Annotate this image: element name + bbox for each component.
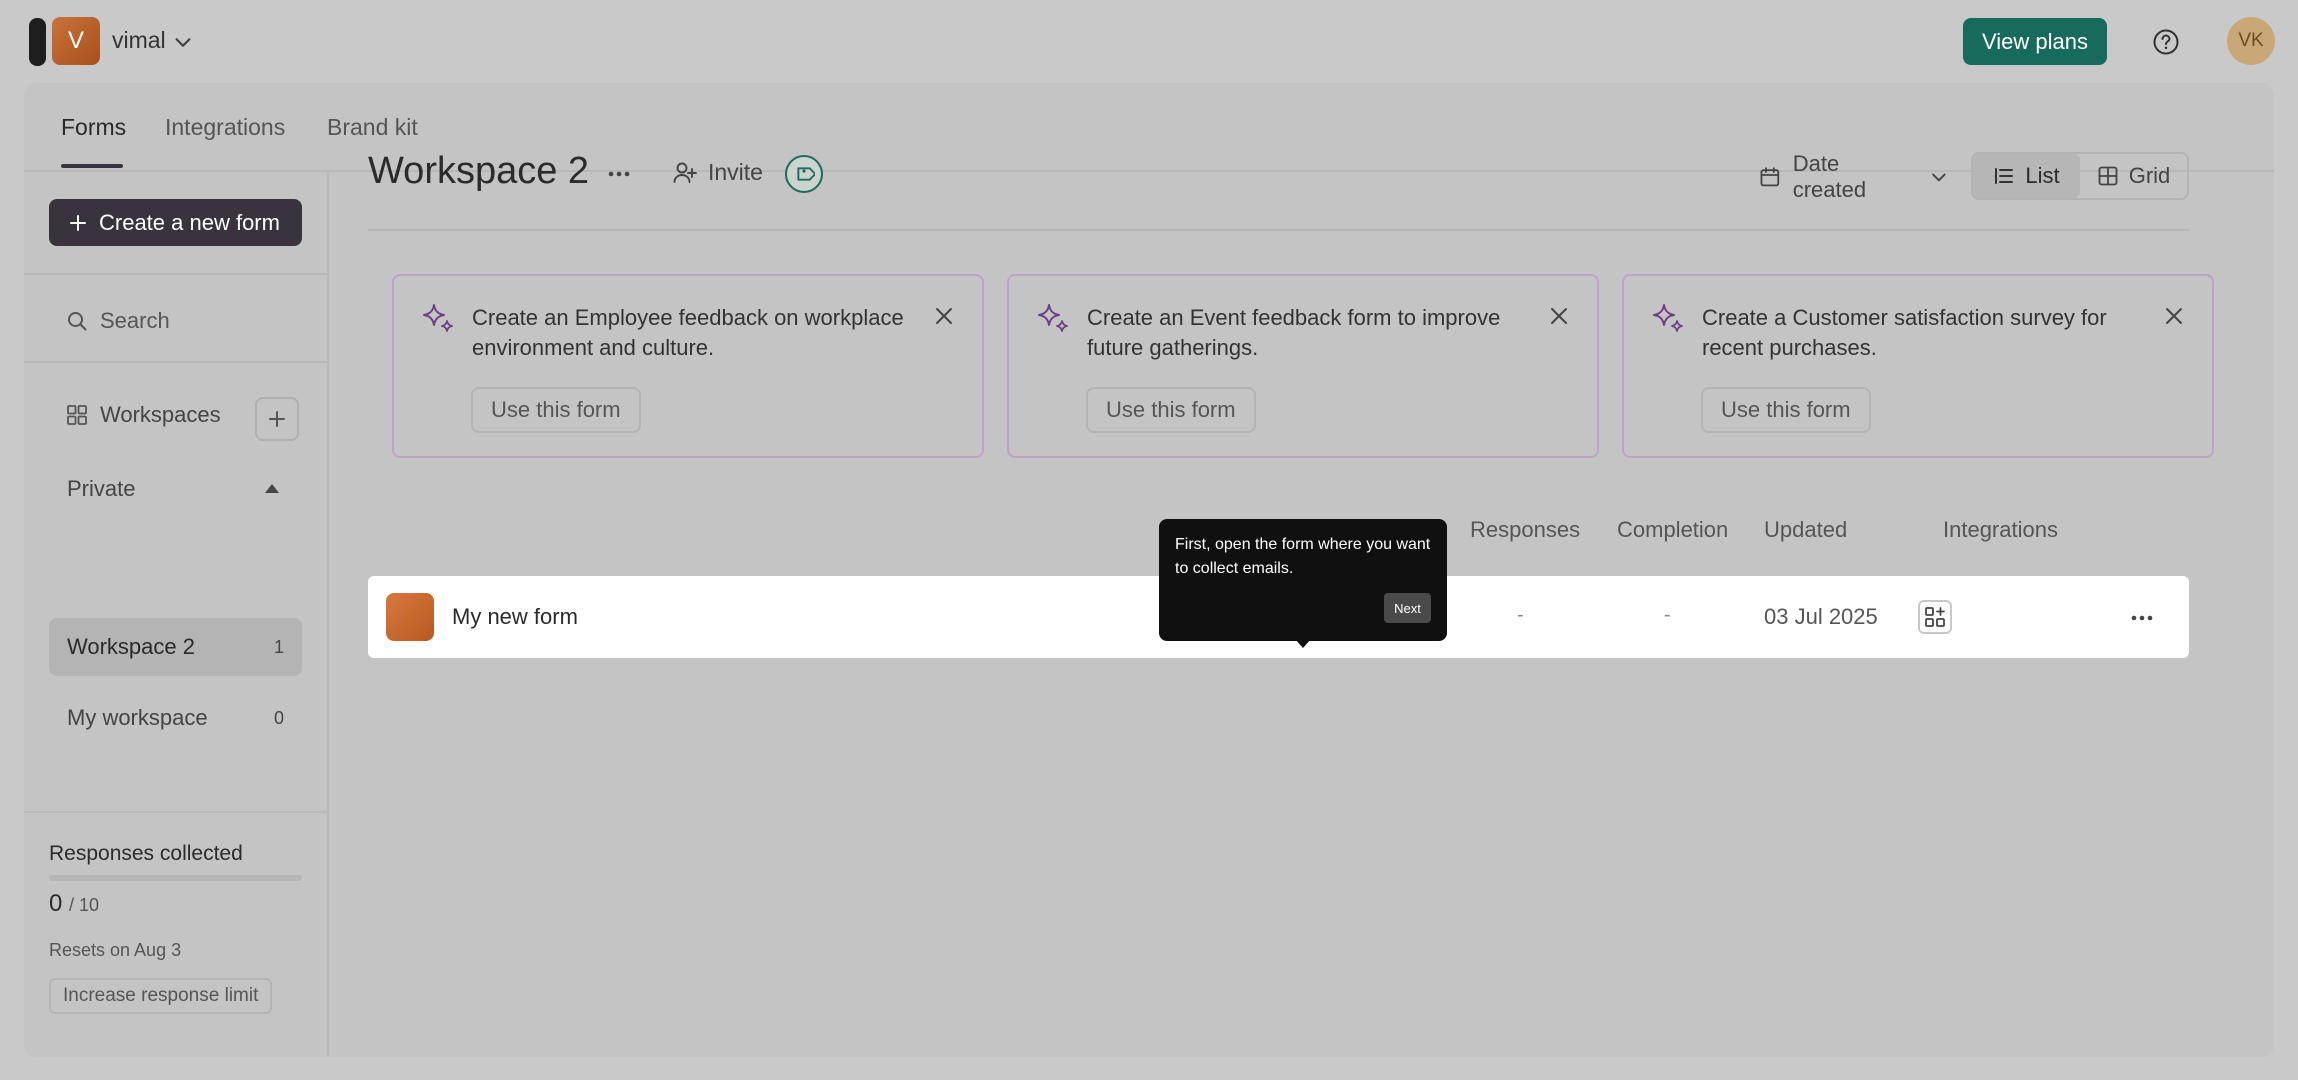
page-title: Workspace 2 — [368, 150, 590, 192]
add-user-icon — [673, 162, 697, 183]
responses-reset-date: Resets on Aug 3 — [49, 940, 182, 960]
responses-count: 0 / 10 — [49, 890, 99, 918]
account-name[interactable]: vimal — [112, 27, 166, 54]
tooltip-next-button[interactable]: Next — [1384, 593, 1431, 623]
use-form-button[interactable]: Use this form — [1086, 387, 1256, 433]
close-icon[interactable] — [2164, 306, 2184, 326]
account-avatar[interactable]: V — [52, 17, 100, 65]
sparkle-icon — [423, 304, 453, 332]
column-header-responses[interactable]: Responses — [1470, 517, 1580, 543]
top-bar: V vimal View plans VK — [0, 0, 2298, 82]
onboarding-tooltip: First, open the form where you want to c… — [1159, 519, 1447, 648]
close-icon[interactable] — [934, 306, 954, 326]
search-icon — [68, 312, 87, 331]
suggestion-card: Create an Employee feedback on workplace… — [392, 274, 984, 458]
more-options-icon[interactable] — [607, 170, 631, 178]
tab-brand-kit[interactable]: Brand kit — [327, 114, 418, 141]
sparkle-icon — [1653, 304, 1683, 332]
workspace-name: Workspace 2 — [67, 634, 195, 659]
grid-view-button[interactable]: Grid — [2080, 154, 2187, 198]
grid-icon — [2098, 166, 2118, 186]
list-view-button[interactable]: List — [1973, 154, 2080, 198]
calendar-icon — [1760, 167, 1780, 187]
workspaces-label: Workspaces — [100, 402, 221, 427]
invite-button[interactable]: Invite — [672, 159, 763, 186]
workspace-count: 0 — [273, 707, 284, 728]
list-icon — [1995, 168, 2014, 184]
list-label: List — [2025, 163, 2060, 188]
close-icon[interactable] — [1549, 306, 1569, 326]
form-updated-date: 03 Jul 2025 — [1764, 604, 1878, 629]
divider — [368, 229, 2189, 231]
search-label: Search — [100, 308, 170, 333]
caret-up-icon[interactable] — [265, 484, 279, 493]
premium-tag-button[interactable] — [785, 155, 823, 193]
plus-icon — [70, 214, 86, 231]
use-form-button[interactable]: Use this form — [1701, 387, 1871, 433]
chevron-down-icon[interactable] — [172, 31, 194, 53]
responses-count-value: 0 — [49, 890, 63, 917]
private-section-label[interactable]: Private — [67, 476, 135, 502]
form-completion: - — [1664, 604, 1671, 626]
responses-limit: / 10 — [69, 895, 100, 915]
grid-icon — [67, 405, 87, 425]
add-integration-button[interactable] — [1918, 600, 1952, 634]
active-tab-indicator — [61, 164, 123, 168]
help-icon[interactable] — [2152, 28, 2180, 56]
add-workspace-button[interactable] — [255, 397, 299, 441]
workspaces-header[interactable]: Workspaces — [66, 402, 221, 428]
add-integration-icon — [1925, 607, 1945, 627]
workspace-count: 1 — [273, 636, 284, 657]
divider — [24, 361, 329, 363]
column-header-completion[interactable]: Completion — [1617, 517, 1728, 543]
responses-title: Responses collected — [49, 842, 243, 865]
view-toggle: List Grid — [1971, 152, 2189, 200]
create-form-button[interactable]: Create a new form — [49, 199, 302, 246]
sidebar-item-workspace-2[interactable]: Workspace 2 1 — [49, 618, 302, 676]
sparkle-icon — [1038, 304, 1068, 332]
tab-forms[interactable]: Forms — [61, 114, 126, 141]
grid-label: Grid — [2128, 163, 2171, 188]
tooltip-text: First, open the form where you want to c… — [1175, 536, 1431, 577]
suggestion-text: Create a Customer satisfaction survey fo… — [1702, 305, 2107, 360]
sidebar-item-my-workspace[interactable]: My workspace 0 — [49, 689, 302, 747]
sidebar: Create a new form Search Workspaces Priv… — [24, 172, 329, 1057]
sort-dropdown[interactable]: Date created — [1753, 151, 1949, 202]
create-form-label: Create a new form — [99, 209, 280, 235]
column-header-integrations[interactable]: Integrations — [1943, 517, 2058, 543]
invite-label: Invite — [708, 159, 763, 185]
responses-progress-bar — [49, 875, 302, 881]
user-avatar[interactable]: VK — [2227, 17, 2275, 65]
chevron-down-icon — [1932, 173, 1946, 182]
divider — [24, 811, 329, 813]
tooltip-arrow — [1295, 639, 1311, 648]
app-logo[interactable] — [29, 18, 46, 66]
suggestion-text: Create an Event feedback form to improve… — [1087, 305, 1501, 360]
more-options-icon[interactable] — [2130, 614, 2154, 622]
sidebar-search[interactable]: Search — [66, 308, 170, 334]
increase-limit-button[interactable]: Increase response limit — [49, 978, 273, 1014]
form-thumbnail — [386, 593, 434, 641]
suggestion-card: Create an Event feedback form to improve… — [1007, 274, 1599, 458]
column-header-updated[interactable]: Updated — [1764, 517, 1847, 543]
suggestion-text: Create an Employee feedback on workplace… — [472, 305, 904, 360]
form-name[interactable]: My new form — [452, 604, 578, 630]
tab-integrations[interactable]: Integrations — [165, 114, 285, 141]
suggestion-card: Create a Customer satisfaction survey fo… — [1622, 274, 2214, 458]
divider — [24, 273, 329, 275]
use-form-button[interactable]: Use this form — [471, 387, 641, 433]
workspace-name: My workspace — [67, 705, 208, 730]
sort-label: Date created — [1792, 151, 1867, 202]
tag-icon — [797, 167, 815, 181]
view-plans-button[interactable]: View plans — [1963, 18, 2107, 65]
plus-icon — [269, 411, 285, 427]
form-responses: - — [1517, 604, 1524, 626]
